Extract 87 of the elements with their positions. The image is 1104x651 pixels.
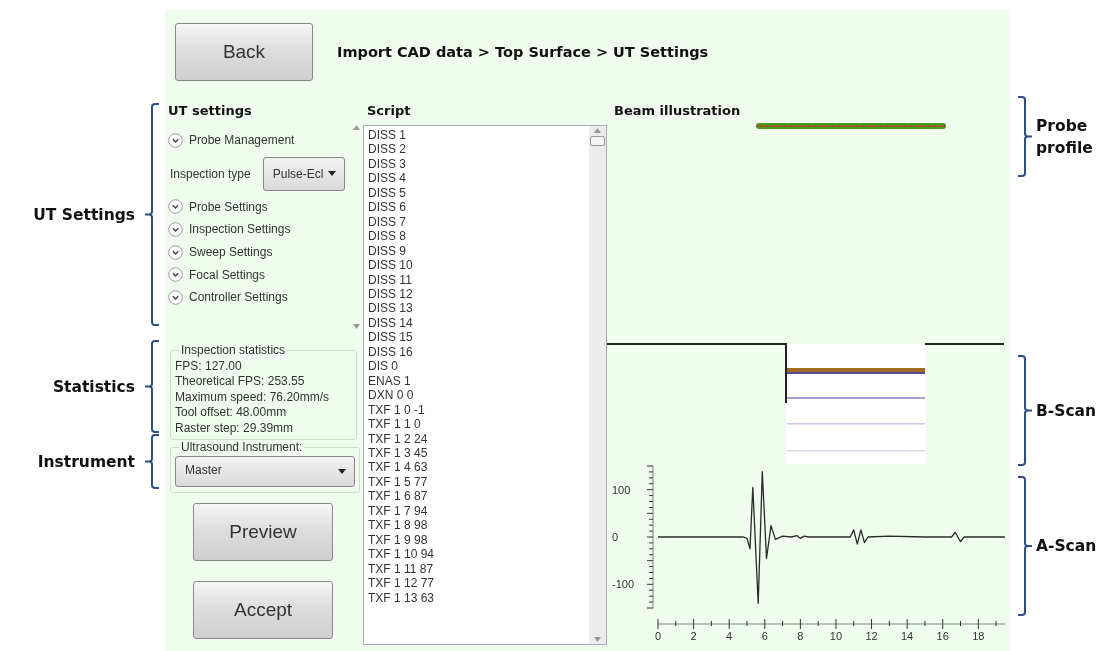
section-title: Beam illustration [613, 103, 741, 119]
inspection-type-dropdown[interactable]: Pulse-Ecl [262, 156, 345, 191]
statistic-text: Raster step: 29.39mm [175, 420, 295, 436]
statistic-text: Theoretical FPS: 253.55 [175, 374, 306, 390]
scrollbar-thumb[interactable] [590, 136, 605, 146]
axis-label: -100 [612, 578, 635, 591]
axis-label: 100 [612, 483, 631, 496]
script-line[interactable]: DISS 4 [368, 171, 589, 186]
script-line[interactable]: DIS 0 [368, 359, 589, 374]
statistic-text: FPS: 127.00 [175, 358, 243, 374]
script-line[interactable]: TXF 1 13 63 [368, 590, 589, 605]
script-line[interactable]: TXF 1 8 98 [368, 518, 589, 533]
annotation-label: A-Scan [1036, 536, 1098, 557]
script-line[interactable]: TXF 1 10 94 [368, 547, 589, 562]
expander-label[interactable]: Controller Settings [189, 290, 288, 305]
axis-label: 0 [612, 531, 619, 543]
script-line[interactable]: TXF 1 7 94 [368, 503, 589, 519]
action-button[interactable]: Accept [193, 580, 333, 639]
expand-icon[interactable] [168, 289, 183, 305]
script-line[interactable]: ENAS 1 [368, 373, 589, 389]
script-line[interactable]: DISS 8 [368, 229, 589, 244]
expander-label[interactable]: Sweep Settings [189, 245, 273, 260]
annotation-label: UT Settings [33, 204, 135, 226]
scroll-up-icon[interactable] [353, 125, 360, 130]
field-label: Inspection type [170, 166, 251, 181]
group-title: Ultrasound Instrument: [180, 440, 304, 456]
annotation-label: Instrument [37, 451, 135, 473]
script-line[interactable]: DISS 2 [368, 142, 589, 157]
back-button[interactable]: Back [175, 23, 313, 81]
axis-label: 16 [936, 630, 949, 642]
expand-icon[interactable] [168, 267, 183, 283]
axis-label: 8 [797, 630, 804, 642]
script-line[interactable]: TXF 1 11 87 [368, 561, 589, 577]
expander-label[interactable]: Focal Settings [189, 267, 266, 282]
expander-label[interactable]: Inspection Settings [189, 222, 291, 237]
axis-label: 6 [761, 630, 768, 642]
script-line[interactable]: DXN 0 0 [368, 388, 589, 403]
script-line[interactable]: DISS 13 [368, 301, 589, 316]
annotation-label: Probe profile [1036, 115, 1094, 159]
script-line[interactable]: DISS 7 [368, 214, 589, 230]
script-line[interactable]: TXF 1 12 77 [368, 576, 589, 591]
group-title: Inspection statistics [180, 343, 287, 359]
script-line[interactable]: TXF 1 5 77 [368, 474, 589, 490]
script-line[interactable]: TXF 1 9 98 [368, 532, 589, 548]
expand-icon[interactable] [168, 199, 183, 215]
action-button[interactable]: Preview [193, 502, 333, 561]
annotation-label: B-Scan [1036, 400, 1098, 422]
instrument-dropdown[interactable]: Master [175, 455, 355, 487]
axis-label: 0 [654, 630, 662, 642]
axis-label: 2 [690, 630, 697, 642]
script-line[interactable]: DISS 16 [368, 344, 589, 360]
script-line[interactable]: DISS 5 [368, 185, 589, 201]
expand-icon[interactable] [168, 222, 183, 237]
axis-label: 14 [901, 630, 914, 642]
scroll-down-icon[interactable] [353, 324, 360, 329]
script-line[interactable]: DISS 15 [368, 330, 589, 345]
script-line[interactable]: DISS 12 [368, 287, 589, 302]
axis-label: 12 [865, 630, 878, 642]
expander-label[interactable]: Probe Management [189, 133, 295, 148]
expand-icon[interactable] [168, 132, 183, 148]
expand-icon[interactable] [168, 244, 183, 260]
expander-label[interactable]: Probe Settings [189, 199, 268, 214]
script-line[interactable]: TXF 1 3 45 [368, 445, 589, 461]
statistic-text: Maximum speed: 76.20mm/s [175, 389, 331, 405]
statistic-text: Tool offset: 48.00mm [175, 405, 288, 421]
script-line[interactable]: DISS 3 [368, 156, 589, 172]
dropdown-caret-icon [327, 171, 336, 177]
script-line[interactable]: DISS 9 [368, 243, 589, 259]
script-line[interactable]: DISS 1 [368, 128, 589, 143]
scrollbar[interactable] [589, 126, 606, 644]
axis-label: 18 [972, 630, 985, 642]
section-title: Script [366, 103, 412, 119]
annotation-label: Statistics [52, 376, 135, 398]
script-line[interactable]: TXF 1 1 0 [368, 417, 589, 432]
script-line[interactable]: TXF 1 2 24 [368, 431, 589, 446]
script-line[interactable]: TXF 1 4 63 [368, 460, 589, 475]
script-line[interactable]: DISS 10 [368, 258, 589, 273]
script-line[interactable]: DISS 11 [368, 272, 589, 287]
dropdown-caret-icon [338, 468, 346, 474]
axis-label: 4 [726, 630, 733, 642]
script-line[interactable]: DISS 6 [368, 200, 589, 215]
script-line[interactable]: TXF 1 6 87 [368, 489, 589, 504]
script-line[interactable]: TXF 1 0 -1 [368, 402, 589, 418]
script-line[interactable]: DISS 14 [368, 315, 589, 331]
axis-label: 10 [829, 630, 843, 642]
breadcrumb: Import CAD data > Top Surface > UT Settings [337, 44, 709, 60]
section-title: UT settings [167, 103, 253, 119]
